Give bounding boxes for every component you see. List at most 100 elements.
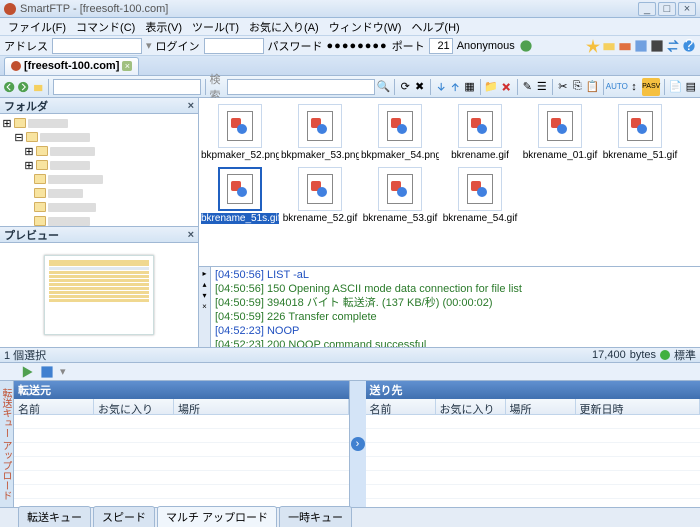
newfolder-icon[interactable]: 📁 bbox=[484, 78, 498, 96]
file-item[interactable]: bkrename.gif bbox=[441, 104, 519, 161]
menu-command[interactable]: コマンド(C) bbox=[72, 17, 139, 37]
file-item[interactable]: bkrename_52.gif bbox=[281, 167, 359, 224]
raw-icon[interactable]: ▤ bbox=[685, 78, 697, 96]
folder1-icon[interactable] bbox=[602, 39, 616, 53]
svg-text:?: ? bbox=[685, 39, 694, 53]
file-name: bkpmaker_54.png bbox=[361, 150, 439, 161]
log-down-icon[interactable]: ▾ bbox=[202, 291, 206, 300]
up-button[interactable] bbox=[32, 78, 44, 96]
file-item[interactable]: bkrename_53.gif bbox=[361, 167, 439, 224]
disconnect-icon[interactable]: ⟳ bbox=[399, 78, 411, 96]
col-loc[interactable]: 場所 bbox=[174, 399, 349, 414]
file-item[interactable]: bkrename_01.gif bbox=[521, 104, 599, 161]
transfer-icon[interactable] bbox=[666, 39, 680, 53]
app-icon bbox=[4, 3, 16, 15]
help-icon[interactable]: ? bbox=[682, 39, 696, 53]
menu-window[interactable]: ウィンドウ(W) bbox=[325, 17, 406, 37]
connection-tab[interactable]: [freesoft-100.com] × bbox=[4, 57, 139, 75]
log-output[interactable]: [04:50:56] LIST -aL [04:50:56] 150 Openi… bbox=[211, 267, 700, 347]
address-bar: アドレス ▾ ログイン パスワード ●●●●●●●● ポート Anonymous… bbox=[0, 36, 700, 56]
status-bar: 1 個選択 17,400 bytes 標準 bbox=[0, 347, 700, 363]
maximize-button[interactable]: □ bbox=[658, 2, 676, 16]
rename-icon[interactable]: ✎ bbox=[521, 78, 533, 96]
file-list[interactable]: bkpmaker_52.pngbkpmaker_53.pngbkpmaker_5… bbox=[199, 98, 700, 267]
col-upd[interactable]: 更新日時 bbox=[576, 399, 700, 414]
toolbar-icons-right: ? bbox=[586, 39, 696, 53]
transfer-direction-icon[interactable]: › bbox=[351, 437, 365, 451]
file-name: bkrename_01.gif bbox=[521, 150, 599, 161]
search-icon[interactable]: 🔍 bbox=[377, 78, 391, 96]
file-name: bkrename_54.gif bbox=[441, 213, 519, 224]
folder-panel-close[interactable]: × bbox=[188, 100, 194, 112]
path-input[interactable] bbox=[53, 79, 201, 95]
tx-save-icon[interactable] bbox=[40, 365, 54, 379]
source-rows[interactable] bbox=[14, 415, 349, 507]
log-expand-icon[interactable]: ▸ bbox=[202, 269, 206, 278]
copy-icon[interactable]: ⎘ bbox=[571, 78, 583, 96]
abort-icon[interactable]: ✖ bbox=[413, 78, 425, 96]
menu-favorites[interactable]: お気に入り(A) bbox=[245, 17, 323, 37]
col-fav[interactable]: お気に入り bbox=[94, 399, 174, 414]
view-mode-icon[interactable]: ▦ bbox=[463, 78, 475, 96]
menu-file[interactable]: ファイル(F) bbox=[4, 17, 70, 37]
close-button[interactable]: × bbox=[678, 2, 696, 16]
menu-help[interactable]: ヘルプ(H) bbox=[407, 17, 463, 37]
back-button[interactable] bbox=[3, 78, 15, 96]
file-item[interactable]: bkpmaker_52.png bbox=[201, 104, 279, 161]
menu-tools[interactable]: ツール(T) bbox=[188, 17, 243, 37]
log-x-icon[interactable]: × bbox=[202, 302, 207, 311]
col-loc[interactable]: 場所 bbox=[506, 399, 576, 414]
search-input[interactable] bbox=[227, 79, 375, 95]
log-up-icon[interactable]: ▴ bbox=[202, 280, 206, 289]
folder2-icon[interactable] bbox=[618, 39, 632, 53]
upload-icon[interactable] bbox=[449, 78, 461, 96]
mode-icon[interactable]: ↕ bbox=[628, 78, 640, 96]
file-icon bbox=[458, 167, 502, 211]
col-fav[interactable]: お気に入り bbox=[436, 399, 506, 414]
bottom-tabs: 転送キュー スピード マルチ アップロード 一時キュー bbox=[0, 507, 700, 527]
port-input[interactable] bbox=[429, 38, 453, 54]
pasv-icon[interactable]: PASV bbox=[642, 78, 660, 96]
tab-label: [freesoft-100.com] bbox=[24, 60, 119, 72]
password-value: ●●●●●●●● bbox=[327, 40, 388, 52]
folder-panel-header: フォルダ × bbox=[0, 98, 198, 114]
btab-multi[interactable]: マルチ アップロード bbox=[157, 506, 277, 527]
file-item[interactable]: bkpmaker_54.png bbox=[361, 104, 439, 161]
delete-icon[interactable] bbox=[500, 78, 512, 96]
tx-play-icon[interactable] bbox=[20, 365, 34, 379]
folder-tree[interactable]: ⊞ ⊟ ⊞ ⊞ bbox=[0, 114, 198, 227]
file-icon bbox=[618, 104, 662, 148]
address-input[interactable] bbox=[52, 38, 142, 54]
file-item[interactable]: bkrename_51s.gif bbox=[201, 167, 279, 224]
view-icon[interactable] bbox=[634, 39, 648, 53]
col-name[interactable]: 名前 bbox=[14, 399, 94, 414]
props-icon[interactable]: ☰ bbox=[536, 78, 548, 96]
forward-button[interactable] bbox=[17, 78, 29, 96]
tab-close-icon[interactable]: × bbox=[122, 61, 132, 71]
dest-rows[interactable] bbox=[366, 415, 700, 507]
file-item[interactable]: bkpmaker_53.png bbox=[281, 104, 359, 161]
go-icon[interactable] bbox=[519, 39, 533, 53]
log-icon[interactable]: 📄 bbox=[669, 78, 683, 96]
cut-icon[interactable]: ✂ bbox=[557, 78, 569, 96]
login-input[interactable] bbox=[204, 38, 264, 54]
fav-icon[interactable] bbox=[586, 39, 600, 53]
terminal-icon[interactable] bbox=[650, 39, 664, 53]
file-icon bbox=[218, 104, 262, 148]
file-icon bbox=[458, 104, 502, 148]
source-columns: 名前 お気に入り 場所 bbox=[14, 399, 349, 415]
bytes-value: 17,400 bbox=[592, 349, 626, 361]
btab-temp[interactable]: 一時キュー bbox=[279, 506, 352, 527]
menu-view[interactable]: 表示(V) bbox=[141, 17, 186, 37]
btab-speed[interactable]: スピード bbox=[93, 506, 155, 527]
auto-icon[interactable]: AUTO bbox=[608, 78, 626, 96]
download-icon[interactable] bbox=[435, 78, 447, 96]
col-name[interactable]: 名前 bbox=[366, 399, 436, 414]
file-item[interactable]: bkrename_54.gif bbox=[441, 167, 519, 224]
btab-queue[interactable]: 転送キュー bbox=[18, 506, 91, 527]
paste-icon[interactable]: 📋 bbox=[585, 78, 599, 96]
file-item[interactable]: bkrename_51.gif bbox=[601, 104, 679, 161]
minimize-button[interactable]: _ bbox=[638, 2, 656, 16]
file-name: bkpmaker_52.png bbox=[201, 150, 279, 161]
preview-panel-close[interactable]: × bbox=[188, 229, 194, 241]
